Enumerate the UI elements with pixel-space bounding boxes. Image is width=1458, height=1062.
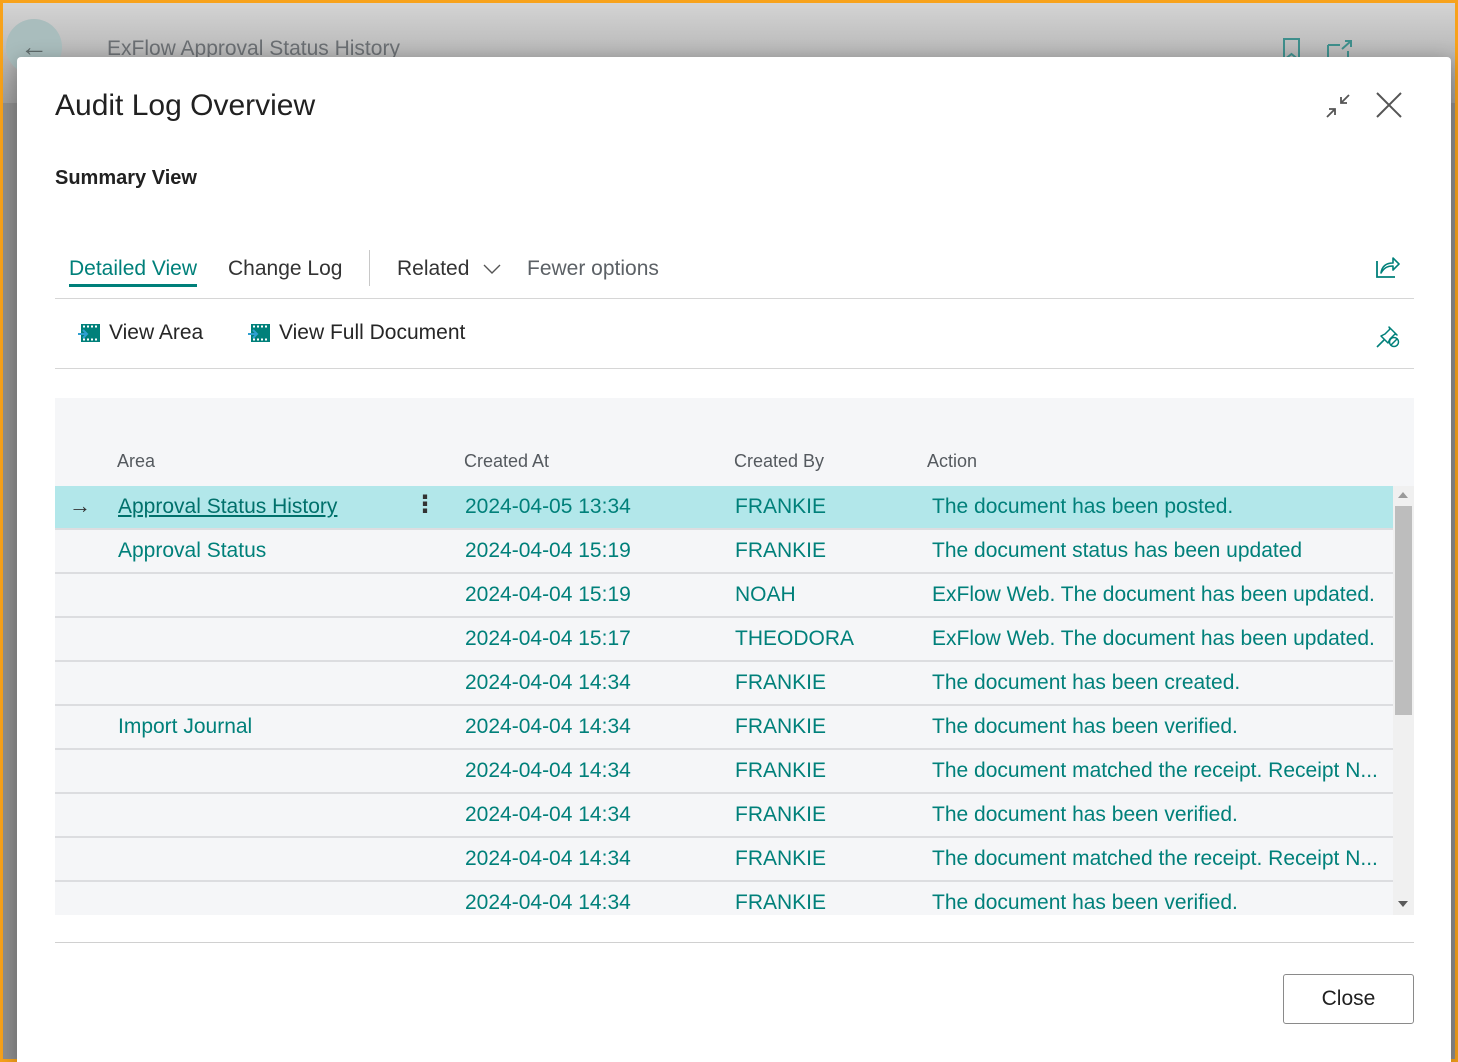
view-page-icon <box>78 324 100 342</box>
action-cell: The document has been verified. <box>932 803 1238 826</box>
unpin-icon[interactable] <box>1375 323 1401 349</box>
created-at-cell: 2024-04-04 14:34 <box>465 803 631 826</box>
created-at-cell: 2024-04-04 14:34 <box>465 847 631 870</box>
related-label: Related <box>397 257 470 280</box>
created-by-cell: FRANKIE <box>735 847 827 870</box>
action-cell: The document has been verified. <box>932 891 1238 914</box>
action-cell: ExFlow Web. The document has been update… <box>932 583 1375 606</box>
share-icon[interactable] <box>1375 255 1401 279</box>
action-cell: The document matched the receipt. Receip… <box>932 847 1378 870</box>
scroll-down-arrow-icon[interactable] <box>1398 901 1408 907</box>
footer-divider <box>55 942 1414 943</box>
table-row[interactable]: 2024-04-04 14:34 FRANKIE The document ha… <box>55 794 1393 838</box>
view-page-icon <box>248 324 270 342</box>
tab-separator <box>369 250 370 286</box>
table-row[interactable]: → Approval Status History ⋮ 2024-04-05 1… <box>55 486 1393 530</box>
row-menu-icon[interactable]: ⋮ <box>413 490 437 519</box>
grid-rows: → Approval Status History ⋮ 2024-04-05 1… <box>55 486 1393 915</box>
action-cell: The document status has been updated <box>932 539 1303 562</box>
action-cell: The document matched the receipt. Receip… <box>932 759 1378 782</box>
scroll-thumb[interactable] <box>1395 506 1412 715</box>
table-row[interactable]: Import Journal 2024-04-04 14:34 FRANKIE … <box>55 706 1393 750</box>
created-at-cell: 2024-04-04 14:34 <box>465 759 631 782</box>
dialog-title: Audit Log Overview <box>55 89 316 122</box>
view-area-button[interactable]: View Area <box>77 321 203 345</box>
table-row[interactable]: 2024-04-04 14:34 FRANKIE The document ha… <box>55 882 1393 915</box>
area-cell[interactable]: Approval Status <box>118 539 266 563</box>
grid-header: Area Created At Created By Action <box>55 398 1414 486</box>
collapse-icon[interactable] <box>1323 91 1353 121</box>
area-cell[interactable]: Approval Status History <box>118 495 337 519</box>
column-header-action[interactable]: Action <box>927 451 977 472</box>
table-row[interactable]: 2024-04-04 15:17 THEODORA ExFlow Web. Th… <box>55 618 1393 662</box>
view-full-document-label: View Full Document <box>279 321 466 344</box>
created-by-cell: FRANKIE <box>735 715 827 738</box>
table-row[interactable]: 2024-04-04 14:34 FRANKIE The document ma… <box>55 838 1393 882</box>
created-at-cell: 2024-04-05 13:34 <box>465 495 631 518</box>
chevron-down-icon <box>483 264 501 275</box>
view-area-label: View Area <box>109 321 204 344</box>
action-cell: The document has been verified. <box>932 715 1238 738</box>
created-by-cell: FRANKIE <box>735 671 827 694</box>
close-icon[interactable] <box>1374 90 1404 120</box>
created-at-cell: 2024-04-04 15:17 <box>465 627 631 650</box>
view-full-document-button[interactable]: View Full Document <box>247 321 465 345</box>
action-cell: The document has been created. <box>932 671 1241 694</box>
fewer-options-button[interactable]: Fewer options <box>527 257 659 281</box>
action-bar: Detailed View Change Log Related Fewer o… <box>55 247 1414 299</box>
created-by-cell: FRANKIE <box>735 495 827 518</box>
table-row[interactable]: 2024-04-04 14:34 FRANKIE The document ma… <box>55 750 1393 794</box>
column-header-created-at[interactable]: Created At <box>464 451 549 472</box>
created-by-cell: FRANKIE <box>735 539 827 562</box>
created-at-cell: 2024-04-04 15:19 <box>465 583 631 606</box>
table-row[interactable]: 2024-04-04 15:19 NOAH ExFlow Web. The do… <box>55 574 1393 618</box>
tab-detailed-view[interactable]: Detailed View <box>69 257 198 287</box>
column-header-created-by[interactable]: Created By <box>734 451 824 472</box>
created-by-cell: FRANKIE <box>735 891 827 914</box>
created-at-cell: 2024-04-04 14:34 <box>465 891 631 914</box>
created-at-cell: 2024-04-04 14:34 <box>465 715 631 738</box>
row-indicator-arrow-icon: → <box>69 493 91 518</box>
created-by-cell: THEODORA <box>735 627 855 650</box>
created-by-cell: FRANKIE <box>735 759 827 782</box>
area-cell[interactable]: Import Journal <box>118 715 252 739</box>
created-by-cell: FRANKIE <box>735 803 827 826</box>
table-row[interactable]: 2024-04-04 14:34 FRANKIE The document ha… <box>55 662 1393 706</box>
column-header-area[interactable]: Area <box>117 451 155 472</box>
action-cell: The document has been posted. <box>932 495 1234 518</box>
table-row[interactable]: Approval Status 2024-04-04 15:19 FRANKIE… <box>55 530 1393 574</box>
grid-scrollbar[interactable] <box>1393 486 1414 915</box>
summary-view-label: Summary View <box>55 167 197 189</box>
audit-log-dialog: Audit Log Overview Summary View Detailed… <box>17 57 1451 1062</box>
tab-change-log[interactable]: Change Log <box>228 257 342 281</box>
created-by-cell: NOAH <box>735 583 796 606</box>
scroll-up-arrow-icon[interactable] <box>1398 492 1408 498</box>
related-menu[interactable]: Related <box>397 257 501 281</box>
sub-action-bar: View Area View Full Document <box>55 299 1414 369</box>
close-button[interactable]: Close <box>1283 974 1414 1024</box>
created-at-cell: 2024-04-04 14:34 <box>465 671 631 694</box>
action-cell: ExFlow Web. The document has been update… <box>932 627 1375 650</box>
created-at-cell: 2024-04-04 15:19 <box>465 539 631 562</box>
audit-log-grid: Area Created At Created By Action → Appr… <box>55 398 1414 915</box>
